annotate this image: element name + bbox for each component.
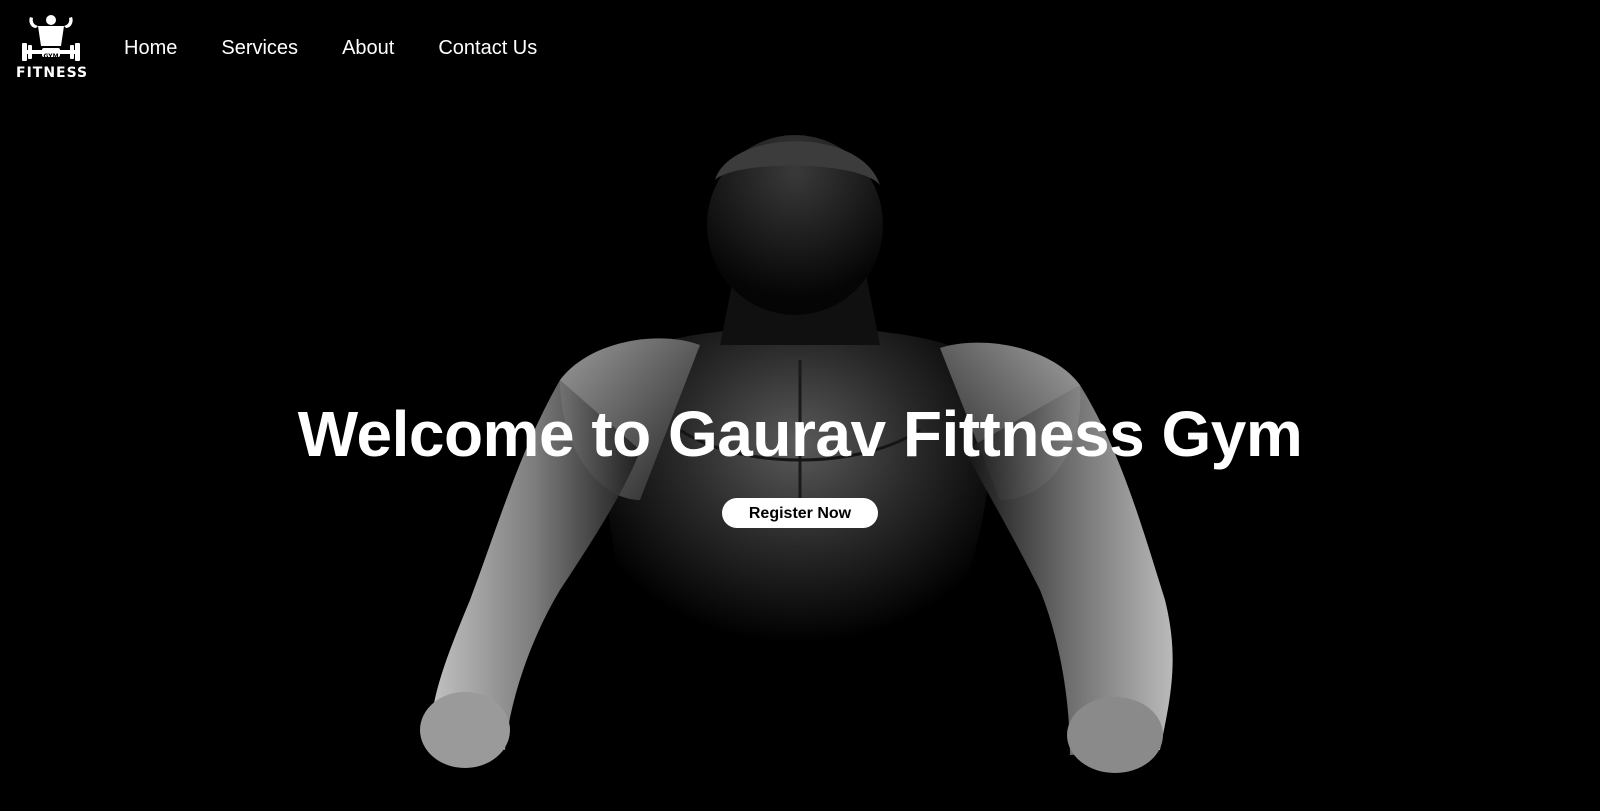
nav-link-contact-us[interactable]: Contact Us bbox=[438, 36, 537, 60]
page: GYM FITNESS Home Services About Contact … bbox=[0, 0, 1600, 811]
register-now-button[interactable]: Register Now bbox=[722, 498, 878, 528]
nav-link-services[interactable]: Services bbox=[221, 36, 298, 60]
hero-section: Welcome to Gaurav Fittness Gym Register … bbox=[0, 396, 1600, 528]
primary-nav: Home Services About Contact Us bbox=[124, 36, 581, 60]
logo-wordmark: FITNESS bbox=[16, 65, 89, 81]
logo-badge-text: GYM bbox=[43, 53, 59, 60]
nav-link-about[interactable]: About bbox=[342, 36, 394, 60]
hero-title: Welcome to Gaurav Fittness Gym bbox=[297, 398, 1303, 470]
top-navbar: GYM FITNESS Home Services About Contact … bbox=[0, 0, 1600, 96]
brand-logo[interactable]: GYM FITNESS bbox=[16, 14, 89, 82]
nav-link-home[interactable]: Home bbox=[124, 36, 177, 60]
